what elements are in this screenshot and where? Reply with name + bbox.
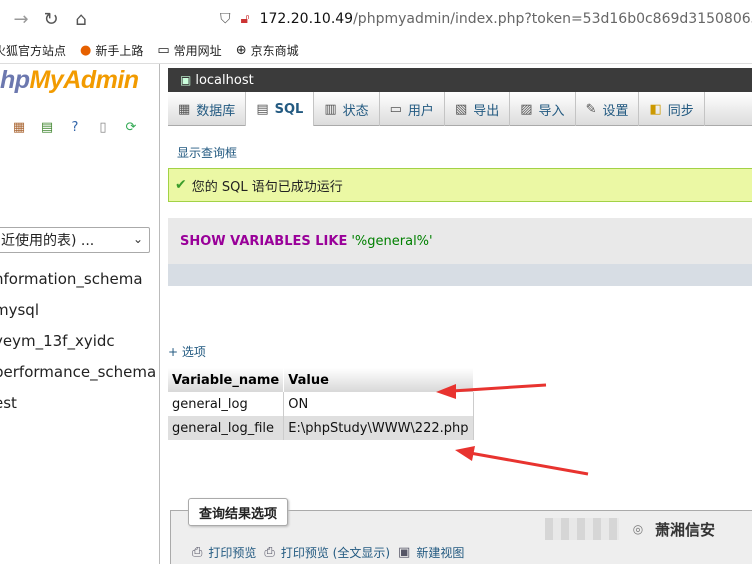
blurred-region	[545, 518, 619, 540]
annotation-arrow-1	[436, 383, 547, 399]
annotation-arrows	[436, 383, 589, 476]
watermark: ◎ 萧湘信安	[545, 518, 715, 540]
annotation-arrow-2	[455, 446, 589, 476]
wechat-icon: ◎	[627, 518, 649, 540]
